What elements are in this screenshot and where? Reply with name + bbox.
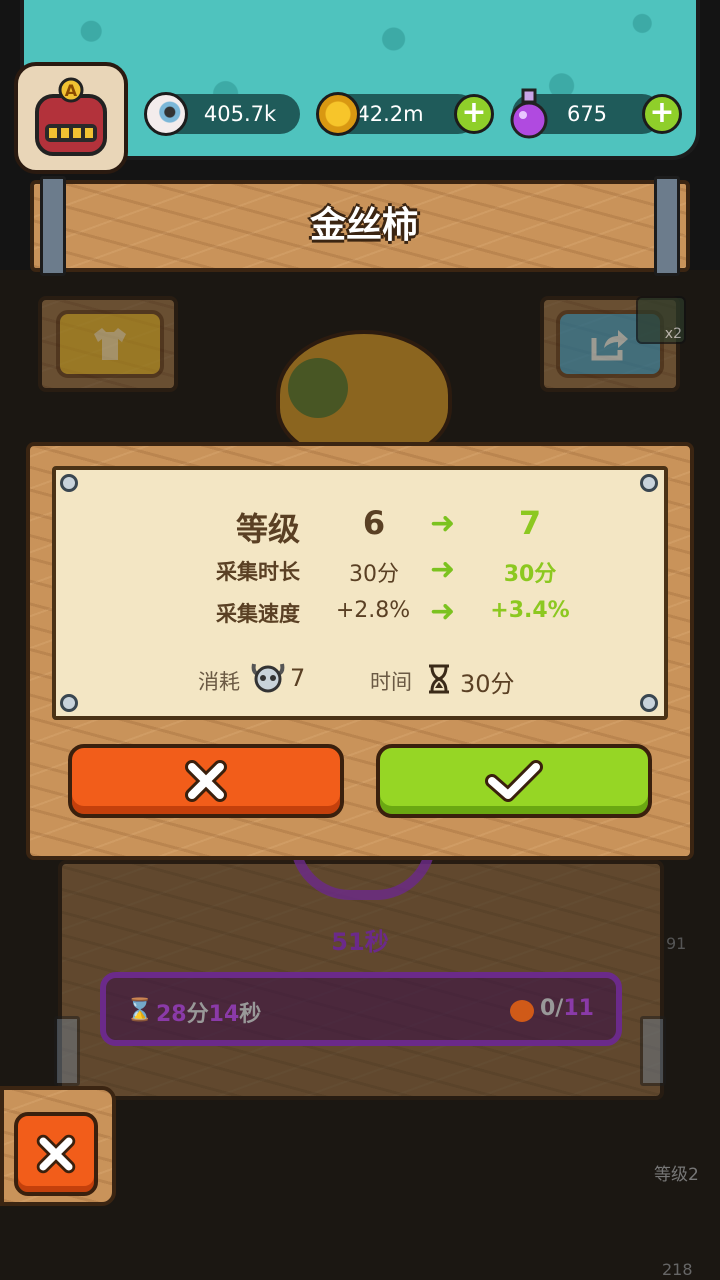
harvest-count: 0/11	[540, 996, 594, 1021]
level-badge: 等级2	[654, 1165, 699, 1185]
close-icon	[36, 1134, 76, 1174]
harvest-timer: 51秒	[331, 928, 389, 956]
cost-value: 7	[290, 664, 306, 692]
add-potions-button[interactable]: +	[642, 94, 682, 134]
duration-from: 30分	[349, 562, 399, 587]
eyeball-icon	[144, 92, 188, 136]
horned-skull-icon	[251, 663, 285, 693]
level-label: 等级	[235, 510, 300, 548]
title-board: 金丝柿	[30, 180, 690, 272]
monster-avatar-icon: A	[35, 77, 107, 156]
confirm-upgrade-button[interactable]	[376, 744, 652, 818]
shirt-icon	[94, 328, 126, 360]
coin-icon	[316, 92, 360, 136]
plant-title: 金丝柿	[309, 205, 418, 246]
persimmon-icon	[510, 1000, 534, 1022]
board-bracket-left	[54, 1016, 80, 1086]
speed-label: 采集速度	[216, 602, 300, 626]
potion-icon	[510, 88, 548, 139]
level-from: 6	[362, 504, 386, 542]
duration-label: 采集时长	[216, 560, 300, 584]
checkmark-icon	[485, 760, 543, 802]
title-bracket-left	[40, 176, 66, 276]
coin-count: 42.2m	[356, 102, 424, 126]
speed-to: +3.4%	[490, 598, 570, 623]
speed-arrow-icon: ➜	[430, 594, 456, 629]
level-arrow-icon: ➜	[430, 506, 456, 541]
duration-arrow-icon: ➜	[430, 552, 456, 587]
bottom-count: 218	[662, 1260, 693, 1279]
time-label: 时间	[370, 670, 412, 694]
wardrobe-button[interactable]	[56, 310, 164, 378]
harvest-progress-time: 28分14秒	[156, 1002, 262, 1027]
close-icon	[185, 760, 227, 802]
share-badge: x2	[636, 296, 686, 344]
rivet-top-left	[60, 474, 78, 492]
side-count: 91	[666, 934, 687, 953]
duration-to: 30分	[503, 562, 557, 587]
persimmon-plant-image	[276, 330, 452, 460]
share-icon	[591, 330, 628, 361]
cost-label: 消耗	[198, 670, 240, 694]
rivet-top-right	[640, 474, 658, 492]
close-screen-button[interactable]	[14, 1112, 98, 1196]
rivet-bottom-left	[60, 694, 78, 712]
board-bracket-right	[640, 1016, 666, 1086]
hourglass-icon	[429, 664, 449, 694]
add-coins-button[interactable]: +	[454, 94, 494, 134]
speed-from: +2.8%	[335, 598, 411, 623]
time-value: 30分	[460, 670, 515, 698]
cancel-button[interactable]	[68, 744, 344, 818]
player-avatar[interactable]: A	[14, 62, 128, 174]
hourglass-icon: ⌛	[126, 998, 154, 1023]
level-to: 7	[518, 504, 542, 542]
potion-count: 675	[566, 102, 608, 126]
eyeball-count: 405.7k	[203, 102, 277, 126]
svg-text:A: A	[65, 81, 78, 100]
title-bracket-right	[654, 176, 680, 276]
rivet-bottom-right	[640, 694, 658, 712]
leaf-icon	[288, 358, 348, 418]
